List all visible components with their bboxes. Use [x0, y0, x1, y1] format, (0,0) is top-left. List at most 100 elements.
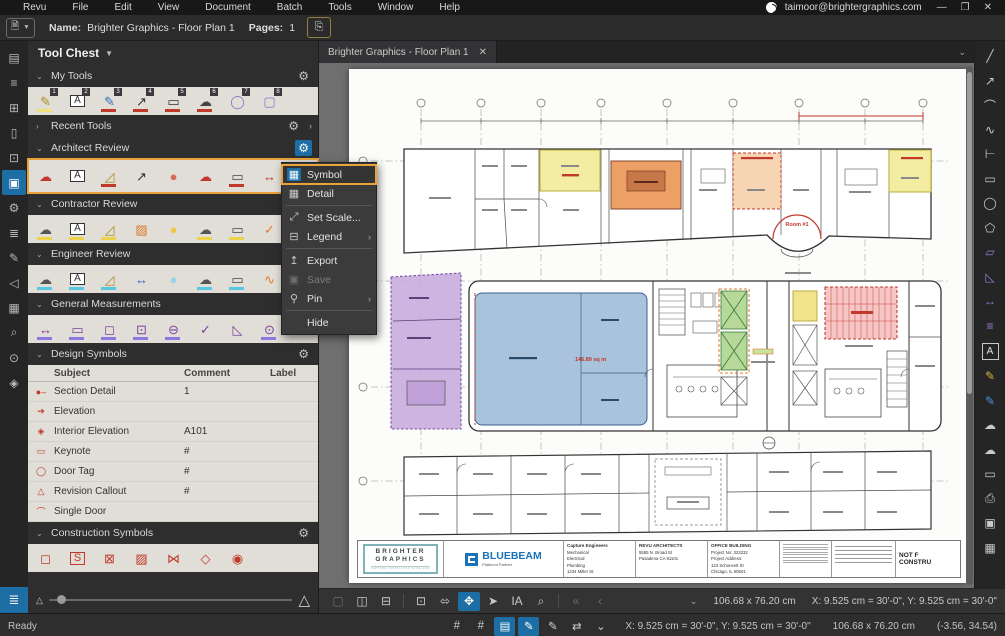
architect-review-tool-4[interactable]: ↗: [128, 164, 155, 188]
my-tools-tool-2[interactable]: A2: [64, 89, 91, 113]
panel-links-icon[interactable]: ⊙: [2, 345, 26, 370]
tab-close-icon[interactable]: ✕: [479, 47, 487, 58]
construction-symbols-tool-3[interactable]: ⊠: [96, 546, 123, 570]
zoom-out-triangle-icon[interactable]: △: [36, 595, 43, 606]
ellipse-tool-icon[interactable]: ◯: [977, 191, 1003, 216]
architect-review-tool-1[interactable]: ☁: [32, 164, 59, 188]
table-row[interactable]: ➔Elevation: [28, 402, 318, 422]
section-header-architect-review[interactable]: ⌄Architect Review⚙: [28, 137, 318, 159]
page-setup-button[interactable]: ⎘: [307, 17, 331, 38]
area-measure-icon[interactable]: ▱: [977, 240, 1003, 265]
engineer-review-tool-8[interactable]: ∿: [256, 267, 283, 291]
panel-stamp-icon[interactable]: ✎: [2, 245, 26, 270]
section-header-construction-symbols[interactable]: ⌄Construction Symbols⚙: [28, 522, 318, 544]
zoom-in-triangle-icon[interactable]: △: [298, 591, 310, 609]
menu-edit[interactable]: Edit: [101, 1, 144, 14]
length-measure-icon[interactable]: ↔: [977, 289, 1003, 314]
construction-symbols-tool-4[interactable]: ▨: [128, 546, 155, 570]
markup-pen-icon[interactable]: ✎: [542, 617, 563, 636]
section-gear-icon-my-tools[interactable]: ⚙: [295, 68, 312, 84]
engineer-review-tool-3[interactable]: ◿: [96, 267, 123, 291]
text-tool-icon[interactable]: A: [982, 343, 999, 360]
table-row[interactable]: △Revision Callout#: [28, 482, 318, 502]
callout-tool-icon[interactable]: ▭: [977, 462, 1003, 487]
scale-chevron-icon[interactable]: ⌄: [690, 596, 698, 607]
panel-tool-chest-icon[interactable]: ▣: [2, 170, 26, 195]
engineer-review-tool-1[interactable]: ☁: [32, 267, 59, 291]
fit-page-icon[interactable]: ⊡: [410, 592, 432, 611]
general-measurements-tool-4[interactable]: ⊡: [128, 317, 155, 341]
panel-properties-icon[interactable]: ≡: [2, 70, 26, 95]
reuse-markup-icon[interactable]: ⇄: [566, 617, 587, 636]
panel-media-icon[interactable]: ▦: [2, 295, 26, 320]
polyline-tool-icon[interactable]: ∿: [977, 118, 1003, 143]
section-expand-icon[interactable]: ›: [309, 121, 312, 131]
menu-item-detail[interactable]: ▦Detail: [282, 184, 376, 203]
close-button[interactable]: ✕: [977, 2, 999, 13]
menu-item-symbol[interactable]: ▦Symbol: [282, 165, 376, 184]
general-measurements-tool-7[interactable]: ◺: [224, 317, 251, 341]
panel-search-icon[interactable]: ⌕: [2, 320, 26, 345]
panel-bookmarks-icon[interactable]: ▯: [2, 120, 26, 145]
menu-item-pin[interactable]: ⚲Pin›: [282, 289, 376, 308]
general-measurements-tool-2[interactable]: ▭: [64, 317, 91, 341]
section-header-contractor-review[interactable]: ⌄Contractor Review⚙: [28, 193, 318, 215]
menu-help[interactable]: Help: [426, 1, 473, 14]
contractor-review-tool-8[interactable]: ✓: [256, 217, 283, 241]
panel-flag-icon[interactable]: ◁: [2, 270, 26, 295]
construction-symbols-tool-5[interactable]: ⋈: [160, 546, 187, 570]
section-gear-icon-construction-symbols[interactable]: ⚙: [295, 525, 312, 541]
table-row[interactable]: ⌒Single Door: [28, 502, 318, 522]
cloud-tool-icon[interactable]: ☁: [977, 438, 1003, 463]
stamp-tool-icon[interactable]: ⎙: [977, 487, 1003, 512]
my-tools-tool-7[interactable]: ◯7: [224, 89, 251, 113]
pen-tool-icon[interactable]: ✎: [977, 389, 1003, 414]
general-measurements-tool-5[interactable]: ⊖: [160, 317, 187, 341]
panel-thumbnails-icon[interactable]: ⊞: [2, 95, 26, 120]
document-canvas[interactable]: Room #1: [319, 63, 974, 588]
menu-item-legend[interactable]: ⊟Legend›: [282, 227, 376, 246]
fit-width-icon[interactable]: ⬄: [434, 592, 456, 611]
engineer-review-tool-4[interactable]: ↔: [128, 267, 155, 291]
general-measurements-tool-1[interactable]: ↔: [32, 317, 59, 341]
general-measurements-tool-6[interactable]: ✓: [192, 317, 219, 341]
my-tools-tool-6[interactable]: ☁6: [192, 89, 219, 113]
engineer-review-tool-5[interactable]: ●: [160, 267, 187, 291]
section-gear-icon-architect-review[interactable]: ⚙: [295, 140, 312, 156]
markups-list-toggle[interactable]: ≣: [0, 587, 28, 613]
pan-icon[interactable]: ✥: [458, 592, 480, 611]
menu-item-export[interactable]: ↥Export: [282, 251, 376, 270]
sync-document-icon[interactable]: ▤: [494, 617, 515, 636]
construction-symbols-tool-7[interactable]: ◉: [224, 546, 251, 570]
dimension-tool-icon[interactable]: ⊢: [977, 142, 1003, 167]
status-more-chevron-icon[interactable]: ⌄: [590, 617, 611, 636]
construction-symbols-tool-6[interactable]: ◇: [192, 546, 219, 570]
contractor-review-tool-2[interactable]: A: [64, 217, 91, 241]
table-row[interactable]: ◯Door Tag#: [28, 462, 318, 482]
split-horizontal-icon[interactable]: ⊟: [375, 592, 397, 611]
engineer-review-tool-7[interactable]: ▭: [224, 267, 251, 291]
image-tool-icon[interactable]: ▣: [977, 511, 1003, 536]
panel-file-access-icon[interactable]: ⊡: [2, 145, 26, 170]
menu-item-hide[interactable]: Hide: [282, 313, 376, 332]
contractor-review-tool-1[interactable]: ☁: [32, 217, 59, 241]
section-header-engineer-review[interactable]: ⌄Engineer Review⚙: [28, 243, 318, 265]
section-header-recent-tools[interactable]: ›Recent Tools⚙›: [28, 115, 318, 137]
panel-markups-list-icon[interactable]: ≣: [2, 220, 26, 245]
architect-review-tool-5[interactable]: ●: [160, 164, 187, 188]
count-measure-icon[interactable]: ≡: [977, 314, 1003, 339]
line-tool-icon[interactable]: ╱: [977, 44, 1003, 69]
scale-value[interactable]: X: 9.525 cm = 30'-0", Y: 9.525 cm = 30'-…: [812, 596, 997, 607]
select-icon[interactable]: ➤: [482, 592, 504, 611]
architect-review-tool-2[interactable]: A: [64, 164, 91, 188]
menu-batch[interactable]: Batch: [264, 1, 316, 14]
general-measurements-tool-3[interactable]: ◻: [96, 317, 123, 341]
zoom-icon[interactable]: ⌕: [530, 592, 552, 611]
my-tools-tool-8[interactable]: ▢8: [256, 89, 283, 113]
table-row[interactable]: ◈Interior ElevationA101: [28, 422, 318, 442]
menu-file[interactable]: File: [59, 1, 101, 14]
section-gear-icon-recent-tools[interactable]: ⚙: [285, 118, 302, 134]
tab-list-chevron-icon[interactable]: ⌄: [958, 47, 974, 58]
toolchest-zoom-slider[interactable]: [49, 599, 293, 601]
polygon-tool-icon[interactable]: ⬠: [977, 216, 1003, 241]
